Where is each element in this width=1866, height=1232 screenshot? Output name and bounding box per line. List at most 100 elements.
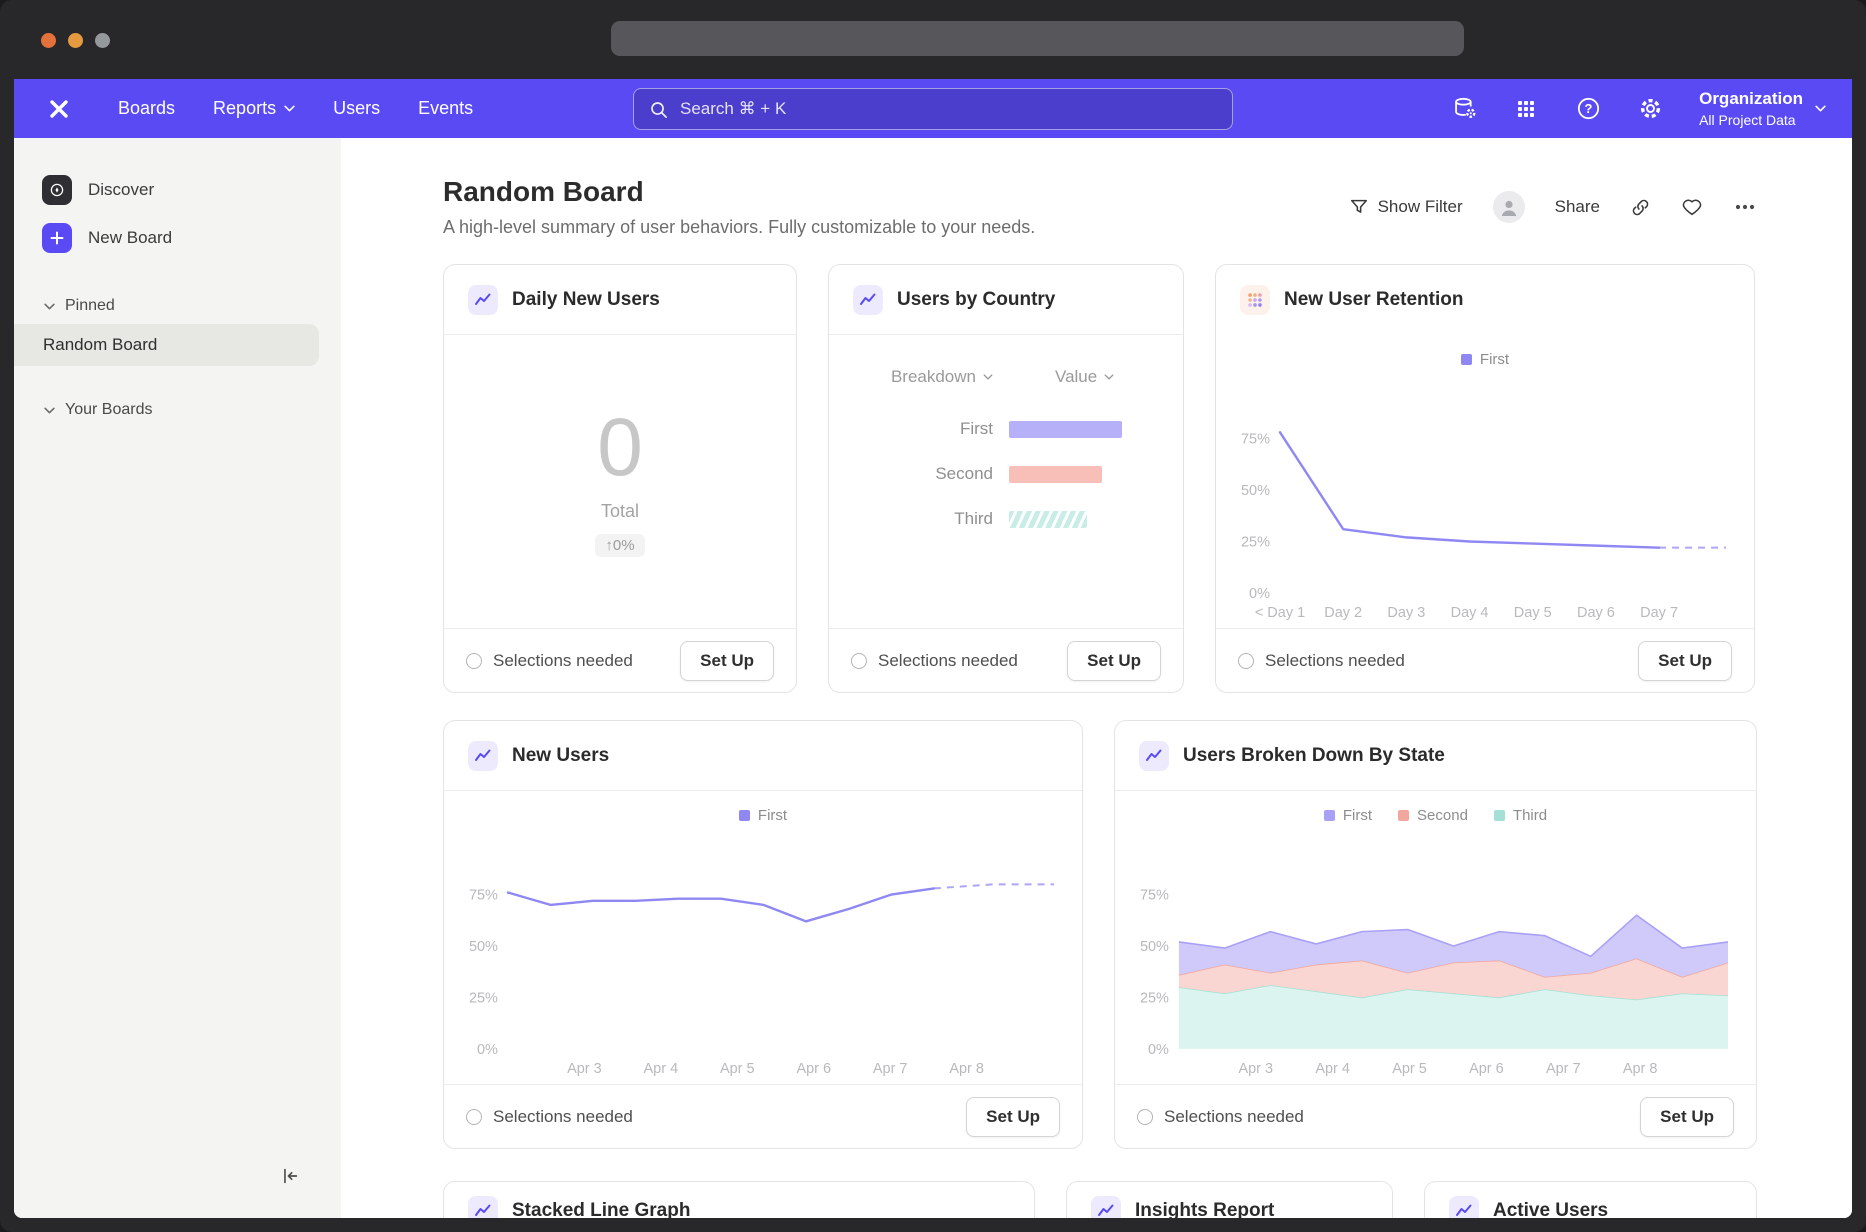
nav-item-label: Users bbox=[333, 98, 380, 119]
card-insights-report: Insights Report bbox=[1066, 1181, 1393, 1218]
svg-text:50%: 50% bbox=[1241, 483, 1270, 499]
nav-item-events[interactable]: Events bbox=[418, 98, 473, 119]
svg-text:25%: 25% bbox=[469, 990, 498, 1006]
sidebar-item-discover[interactable]: Discover bbox=[14, 166, 341, 214]
card-header: Active Users bbox=[1425, 1182, 1756, 1218]
set-up-button[interactable]: Set Up bbox=[966, 1097, 1060, 1137]
country-row: Third bbox=[829, 509, 1183, 529]
legend-item[interactable]: Third bbox=[1494, 807, 1547, 824]
legend-item[interactable]: Second bbox=[1398, 807, 1468, 824]
cards-row-2: New Users First 0%25%50%75%Apr 3Apr 4Apr… bbox=[443, 720, 1757, 1149]
cards-row-3: Stacked Line Graph Insights Report bbox=[443, 1181, 1757, 1218]
nav-item-users[interactable]: Users bbox=[333, 98, 380, 119]
status-message: Selections needed bbox=[851, 651, 1018, 671]
legend-swatch bbox=[1494, 810, 1505, 821]
more-options-button[interactable] bbox=[1733, 195, 1757, 219]
breakdown-header-row: Breakdown Value bbox=[829, 335, 1183, 387]
nav-item-reports[interactable]: Reports bbox=[213, 98, 295, 119]
sidebar-item-new-board[interactable]: New Board bbox=[14, 214, 341, 262]
legend-swatch bbox=[1324, 810, 1335, 821]
card-users-by-state: Users Broken Down By State First Second Th… bbox=[1114, 720, 1757, 1149]
svg-text:Apr 5: Apr 5 bbox=[1392, 1061, 1427, 1077]
search-input[interactable] bbox=[634, 89, 1232, 129]
country-row: First bbox=[829, 419, 1183, 439]
collapse-sidebar-button[interactable] bbox=[279, 1165, 301, 1192]
svg-text:Apr 4: Apr 4 bbox=[644, 1061, 679, 1077]
set-up-button[interactable]: Set Up bbox=[1067, 641, 1161, 681]
svg-text:Day 4: Day 4 bbox=[1451, 605, 1489, 621]
line-chart-icon bbox=[853, 285, 883, 315]
users-by-state-chart: 0%25%50%75%Apr 3Apr 4Apr 5Apr 6Apr 7Apr … bbox=[1131, 829, 1740, 1079]
org-project: All Project Data bbox=[1699, 112, 1803, 128]
card-title: New User Retention bbox=[1284, 289, 1463, 311]
window-minimize-button[interactable] bbox=[68, 33, 83, 48]
legend-item[interactable]: First bbox=[739, 807, 787, 824]
card-stacked-line-graph: Stacked Line Graph bbox=[443, 1181, 1035, 1218]
card-header: Users Broken Down By State bbox=[1115, 721, 1756, 791]
value-dropdown[interactable]: Value bbox=[1055, 367, 1114, 387]
sidebar-section-your-boards[interactable]: Your Boards bbox=[14, 392, 341, 428]
svg-text:Apr 7: Apr 7 bbox=[873, 1061, 908, 1077]
chevron-down-icon bbox=[983, 374, 993, 380]
retention-chart: 0%25%50%75%< Day 1Day 2Day 3Day 4Day 5Da… bbox=[1232, 373, 1738, 623]
line-chart-icon bbox=[1091, 1196, 1121, 1218]
card-title: Active Users bbox=[1493, 1200, 1608, 1218]
svg-text:25%: 25% bbox=[1140, 990, 1169, 1006]
svg-text:Apr 8: Apr 8 bbox=[949, 1061, 984, 1077]
chevron-down-icon bbox=[284, 105, 295, 112]
set-up-button[interactable]: Set Up bbox=[1640, 1097, 1734, 1137]
mixpanel-logo-icon[interactable] bbox=[44, 94, 74, 124]
nav-item-label: Boards bbox=[118, 98, 175, 119]
search-icon bbox=[649, 100, 668, 119]
chevron-down-icon bbox=[44, 303, 55, 310]
card-new-user-retention: New User Retention First 0%25%50%75%< Da… bbox=[1215, 264, 1755, 693]
copy-link-button[interactable] bbox=[1630, 197, 1651, 218]
settings-gear-icon[interactable] bbox=[1631, 90, 1669, 128]
card-body: First 0%25%50%75%< Day 1Day 2Day 3Day 4D… bbox=[1216, 335, 1754, 628]
apps-grid-icon[interactable] bbox=[1507, 90, 1545, 128]
sidebar-item-random-board[interactable]: Random Board bbox=[14, 324, 319, 366]
card-body: First 0%25%50%75%Apr 3Apr 4Apr 5Apr 6Apr… bbox=[444, 791, 1082, 1084]
nav-item-label: Reports bbox=[213, 98, 276, 119]
set-up-button[interactable]: Set Up bbox=[680, 641, 774, 681]
card-new-users: New Users First 0%25%50%75%Apr 3Apr 4Apr… bbox=[443, 720, 1083, 1149]
show-filter-button[interactable]: Show Filter bbox=[1349, 197, 1463, 217]
legend-label: Third bbox=[1513, 807, 1547, 824]
country-row: Second bbox=[829, 464, 1183, 484]
line-chart-icon bbox=[468, 285, 498, 315]
svg-text:75%: 75% bbox=[1241, 432, 1270, 448]
svg-text:Day 6: Day 6 bbox=[1577, 605, 1615, 621]
card-footer: Selections needed Set Up bbox=[829, 628, 1183, 692]
svg-text:75%: 75% bbox=[469, 888, 498, 904]
breakdown-dropdown[interactable]: Breakdown bbox=[891, 367, 993, 387]
share-button[interactable]: Share bbox=[1555, 197, 1600, 217]
address-bar[interactable] bbox=[611, 21, 1464, 56]
legend-item[interactable]: First bbox=[1461, 351, 1509, 368]
nav-item-boards[interactable]: Boards bbox=[118, 98, 175, 119]
avatar[interactable] bbox=[1493, 191, 1525, 223]
legend-item[interactable]: First bbox=[1324, 807, 1372, 824]
line-chart-icon bbox=[468, 741, 498, 771]
radio-circle-icon bbox=[1238, 653, 1254, 669]
card-body: First Second Third 0%25%50%75%Apr 3Apr 4Ap… bbox=[1115, 791, 1756, 1084]
legend-swatch bbox=[1398, 810, 1409, 821]
sidebar-section-pinned[interactable]: Pinned bbox=[14, 288, 341, 324]
set-up-button[interactable]: Set Up bbox=[1638, 641, 1732, 681]
card-title: Stacked Line Graph bbox=[512, 1200, 690, 1218]
card-users-by-country: Users by Country Breakdown Value FirstSe… bbox=[828, 264, 1184, 693]
data-management-icon[interactable] bbox=[1445, 90, 1483, 128]
window-close-button[interactable] bbox=[41, 33, 56, 48]
new-users-chart: 0%25%50%75%Apr 3Apr 4Apr 5Apr 6Apr 7Apr … bbox=[460, 829, 1066, 1079]
legend-label: First bbox=[1480, 351, 1509, 368]
card-footer: Selections needed Set Up bbox=[444, 1084, 1082, 1148]
org-switcher[interactable]: Organization All Project Data bbox=[1699, 89, 1826, 128]
svg-text:25%: 25% bbox=[1241, 535, 1270, 551]
card-title: Daily New Users bbox=[512, 289, 660, 311]
svg-text:Apr 8: Apr 8 bbox=[1623, 1061, 1658, 1077]
country-bars-list: First Second Third bbox=[829, 419, 1183, 529]
help-icon[interactable]: ? bbox=[1569, 90, 1607, 128]
window-zoom-button[interactable] bbox=[95, 33, 110, 48]
line-chart-icon bbox=[1449, 1196, 1479, 1218]
country-row-bar bbox=[1009, 511, 1087, 528]
favorite-button[interactable] bbox=[1681, 196, 1703, 218]
